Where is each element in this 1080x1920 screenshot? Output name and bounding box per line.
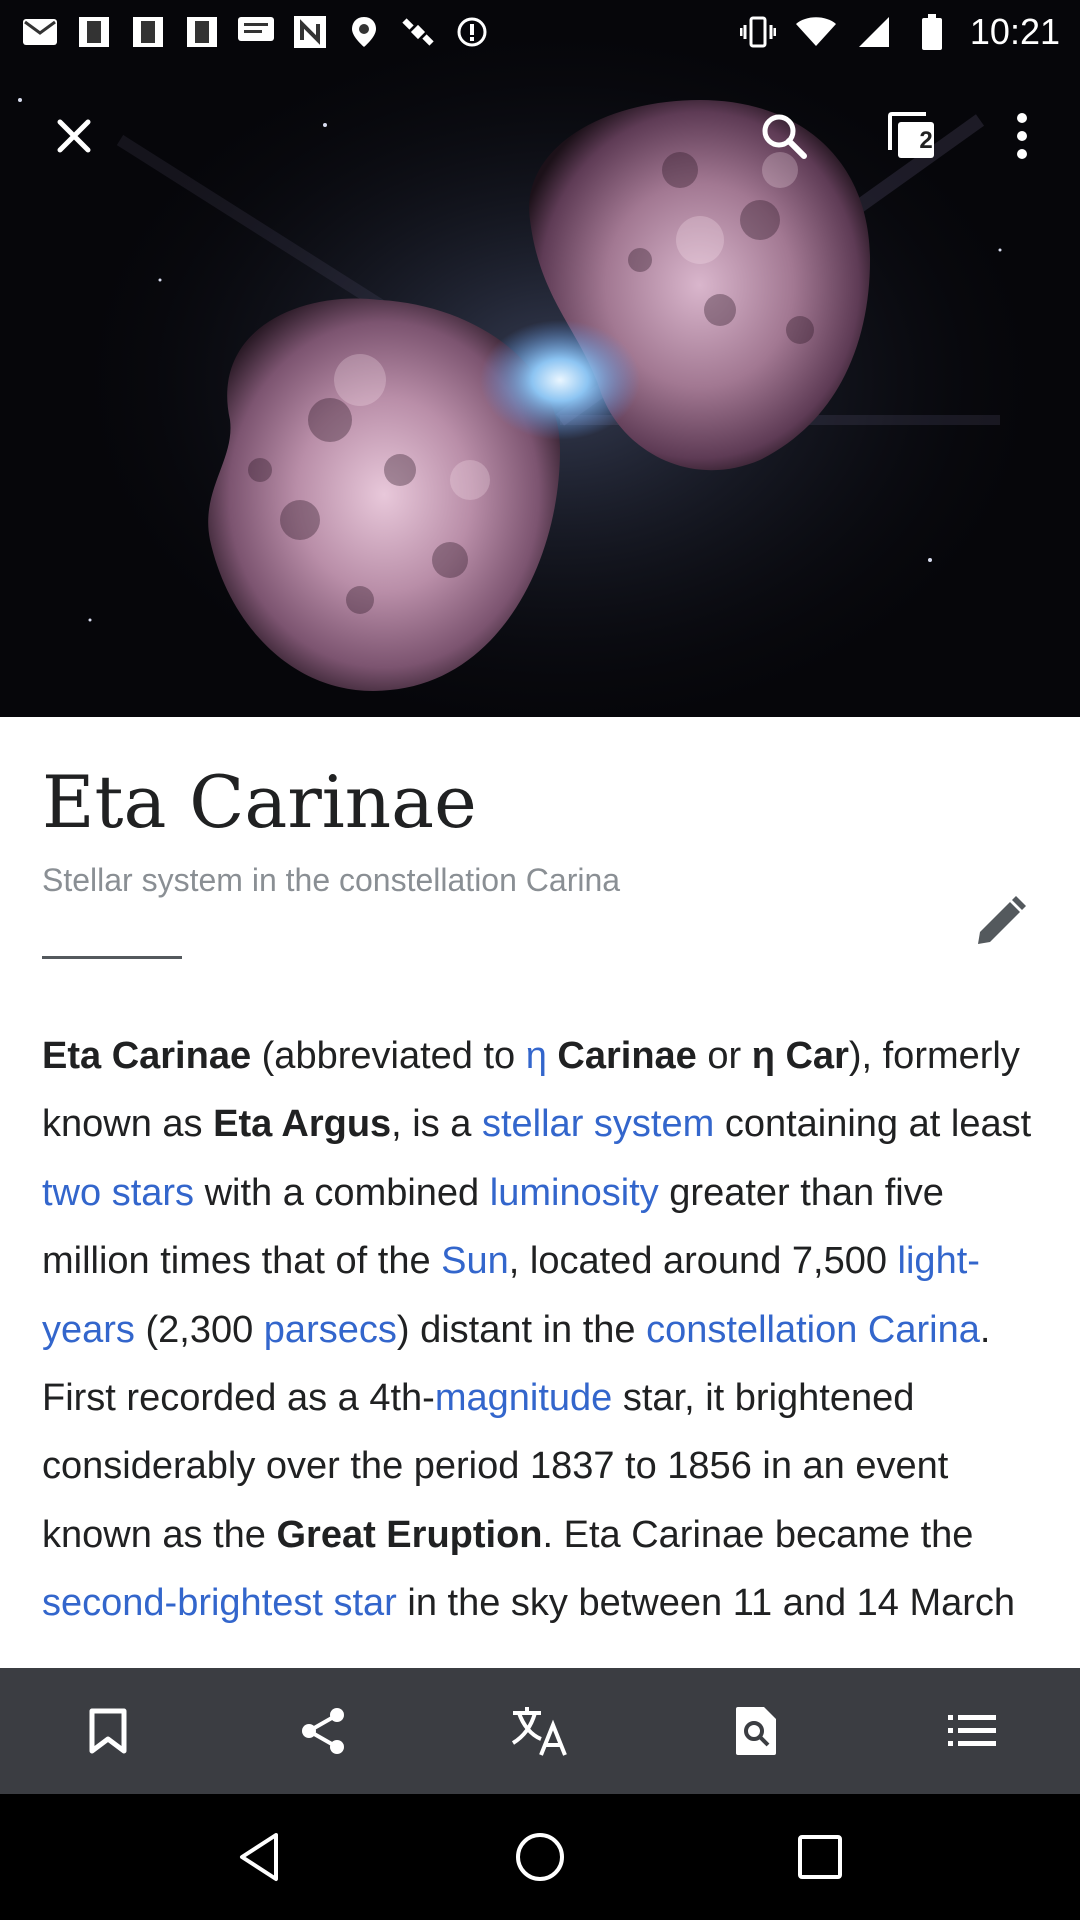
wifi-icon (795, 12, 836, 52)
back-button[interactable] (215, 1812, 305, 1902)
photo-icon (74, 12, 114, 52)
photo-icon (128, 12, 168, 52)
status-bar: 10:21 (0, 0, 1080, 64)
find-in-page-icon (736, 1707, 776, 1755)
text: ) distant in the (396, 1308, 647, 1351)
text: containing at least (714, 1103, 1032, 1146)
link-magnitude[interactable]: magnitude (435, 1377, 612, 1419)
tabs-button[interactable]: 2 (872, 96, 952, 176)
bold-term: Eta Argus (213, 1103, 392, 1146)
text: , located around 7,500 (508, 1240, 898, 1283)
link-two-stars[interactable]: two stars (42, 1172, 194, 1214)
bold-term: Carinae (546, 1035, 697, 1077)
text: , is a (391, 1103, 482, 1146)
bookmark-icon (89, 1708, 127, 1754)
text: (2,300 (134, 1308, 264, 1351)
news-icon (290, 12, 330, 52)
share-icon (302, 1708, 344, 1754)
lead-paragraph: Eta Carinae (abbreviated to η Carinae or… (42, 1022, 1052, 1638)
satellite-icon (398, 12, 438, 52)
system-navigation-bar (0, 1794, 1080, 1920)
page-action-toolbar (0, 1668, 1080, 1794)
text: in the sky between 11 and 14 March (396, 1582, 1016, 1625)
signal-icon (854, 12, 894, 52)
pencil-icon (978, 896, 1026, 944)
close-button[interactable] (34, 96, 114, 176)
article-body: Eta Carinae (abbreviated to η Carinae or… (42, 1022, 1052, 1666)
home-button[interactable] (495, 1812, 585, 1902)
link-luminosity[interactable]: luminosity (490, 1172, 659, 1214)
title-divider (42, 956, 182, 959)
link-stellar-system[interactable]: stellar system (482, 1103, 714, 1145)
find-in-page-button[interactable] (711, 1686, 801, 1776)
table-of-contents-button[interactable] (927, 1686, 1017, 1776)
text: or (696, 1035, 752, 1077)
share-button[interactable] (279, 1686, 369, 1776)
overflow-menu-icon (1017, 113, 1027, 159)
vibrate-icon (738, 12, 778, 52)
link-second-brightest-star[interactable]: second-brightest star (42, 1582, 397, 1624)
bold-term: η Car (751, 1035, 849, 1077)
alert-icon (452, 12, 492, 52)
translate-icon (511, 1707, 567, 1756)
notification-icons (20, 10, 492, 54)
edit-description-button[interactable] (964, 886, 1036, 958)
photo-icon (182, 12, 222, 52)
tabs-count: 2 (919, 127, 933, 154)
mail-icon (20, 12, 60, 52)
contents-icon (948, 1715, 996, 1746)
recents-button[interactable] (775, 1812, 865, 1902)
text: . Eta Carinae became the (542, 1513, 974, 1556)
close-icon (57, 119, 91, 153)
page-description: Stellar system in the constellation Cari… (42, 862, 621, 898)
search-button[interactable] (744, 96, 824, 176)
page-title: Eta Carinae (42, 760, 477, 844)
link-sun[interactable]: Sun (441, 1240, 509, 1282)
recents-icon (798, 1835, 842, 1879)
search-icon (762, 114, 807, 159)
bold-term: Eta Carinae (42, 1035, 252, 1077)
message-icon (236, 12, 276, 52)
link-constellation-carina[interactable]: constellation Carina (646, 1309, 980, 1351)
home-icon (516, 1833, 564, 1881)
link-eta[interactable]: η (526, 1035, 547, 1077)
overflow-menu-button[interactable] (982, 96, 1062, 176)
text: with a combined (194, 1171, 490, 1214)
clock: 10:21 (969, 11, 1060, 52)
link-parsecs[interactable]: parsecs (264, 1309, 397, 1351)
change-language-button[interactable] (495, 1686, 585, 1776)
text: (abbreviated to (251, 1035, 526, 1077)
fake-gps-icon (344, 12, 384, 52)
back-icon (240, 1833, 278, 1881)
bold-term: Great Eruption (276, 1513, 543, 1556)
system-icons: 10:21 (738, 10, 1060, 54)
battery-icon (912, 12, 952, 52)
save-button[interactable] (63, 1686, 153, 1776)
